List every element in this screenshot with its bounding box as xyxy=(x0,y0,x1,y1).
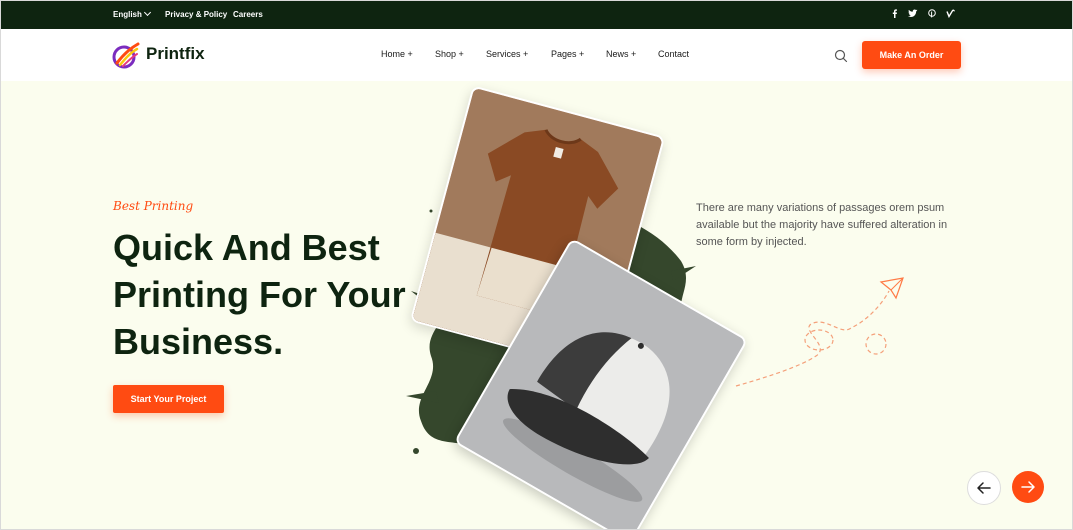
nav-pages[interactable]: Pages + xyxy=(551,49,584,59)
vimeo-icon[interactable] xyxy=(946,9,956,20)
nav-contact[interactable]: Contact xyxy=(658,49,689,59)
language-label: English xyxy=(113,10,142,19)
chevron-down-icon xyxy=(143,8,151,17)
twitter-icon[interactable] xyxy=(908,9,918,20)
page: English Privacy & Policy Careers Printfi… xyxy=(0,0,1073,530)
search-icon[interactable] xyxy=(833,48,849,64)
slider-prev-button[interactable] xyxy=(967,471,1001,505)
main-header: Printfix Home + Shop + Services + Pages … xyxy=(1,29,1072,81)
slider-next-button[interactable] xyxy=(1012,471,1044,503)
pinterest-icon[interactable] xyxy=(928,9,936,20)
arrow-right-icon xyxy=(1021,481,1035,493)
paper-plane-doodle xyxy=(735,277,904,387)
brand-name[interactable]: Printfix xyxy=(146,44,205,64)
nav-shop[interactable]: Shop + xyxy=(435,49,464,59)
careers-link[interactable]: Careers xyxy=(233,10,263,19)
privacy-policy-link[interactable]: Privacy & Policy xyxy=(165,10,227,19)
hero-description: There are many variations of passages or… xyxy=(696,202,948,248)
top-bar: English Privacy & Policy Careers xyxy=(1,1,1072,29)
language-selector[interactable]: English xyxy=(113,8,151,19)
nav-news[interactable]: News + xyxy=(606,49,636,59)
facebook-icon[interactable] xyxy=(891,9,898,20)
start-your-project-button[interactable]: Start Your Project xyxy=(113,385,224,413)
brand-logo-icon[interactable] xyxy=(111,41,141,71)
make-an-order-button[interactable]: Make An Order xyxy=(862,41,961,69)
hero-eyebrow: Best Printing xyxy=(113,199,194,213)
arrow-left-icon xyxy=(977,482,991,494)
nav-home[interactable]: Home + xyxy=(381,49,413,59)
nav-services[interactable]: Services + xyxy=(486,49,528,59)
hero-section: Best Printing Quick And Best Printing Fo… xyxy=(1,81,1072,529)
